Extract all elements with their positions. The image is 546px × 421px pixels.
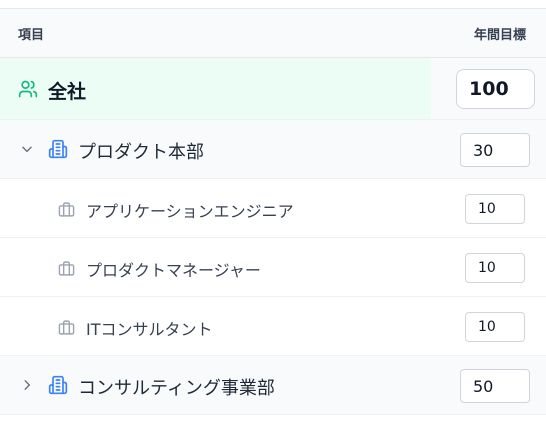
building-icon [48, 139, 68, 159]
column-header-annual-target: 年間目標 [473, 28, 526, 43]
department-target-cell: 30 [431, 120, 546, 178]
department-label: プロダクト本部 [78, 142, 204, 163]
role-target-cell: 10 [431, 238, 546, 296]
role-target-input[interactable]: 10 [465, 253, 525, 283]
role-label: プロダクトマネージャー [86, 261, 261, 280]
column-header-item: 項目 [18, 28, 45, 43]
department-target-input[interactable]: 50 [460, 369, 530, 403]
company-target-input[interactable]: 100 [456, 69, 535, 109]
department-row: コンサルティング事業部 50 [0, 356, 546, 415]
department-row: プロダクト本部 30 [0, 120, 546, 179]
goal-table: 項目 年間目標 全社 100 プロダクト本部 30 アプリケーションエンジニア … [0, 0, 546, 421]
chevron-down-icon[interactable] [20, 142, 34, 156]
company-target-cell: 100 [431, 58, 546, 119]
briefcase-icon [58, 202, 75, 217]
role-target-cell: 10 [431, 179, 546, 237]
company-row: 全社 100 [0, 58, 546, 120]
chevron-right-icon[interactable] [20, 378, 34, 392]
company-label: 全社 [48, 81, 87, 103]
role-row: ITコンサルタント 10 [0, 297, 546, 356]
role-target-input[interactable]: 10 [465, 194, 525, 224]
department-target-cell: 50 [431, 356, 546, 414]
department-target-input[interactable]: 30 [460, 133, 530, 167]
role-label: アプリケーションエンジニア [86, 202, 294, 221]
building-icon [48, 375, 68, 395]
role-target-input[interactable]: 10 [465, 312, 525, 342]
briefcase-icon [58, 320, 75, 335]
role-label: ITコンサルタント [86, 320, 213, 339]
role-target-cell: 10 [431, 297, 546, 355]
table-header: 項目 年間目標 [0, 8, 546, 58]
role-row: アプリケーションエンジニア 10 [0, 179, 546, 238]
role-row: プロダクトマネージャー 10 [0, 238, 546, 297]
department-label: コンサルティング事業部 [78, 378, 275, 399]
briefcase-icon [58, 261, 75, 276]
users-icon [18, 80, 38, 98]
